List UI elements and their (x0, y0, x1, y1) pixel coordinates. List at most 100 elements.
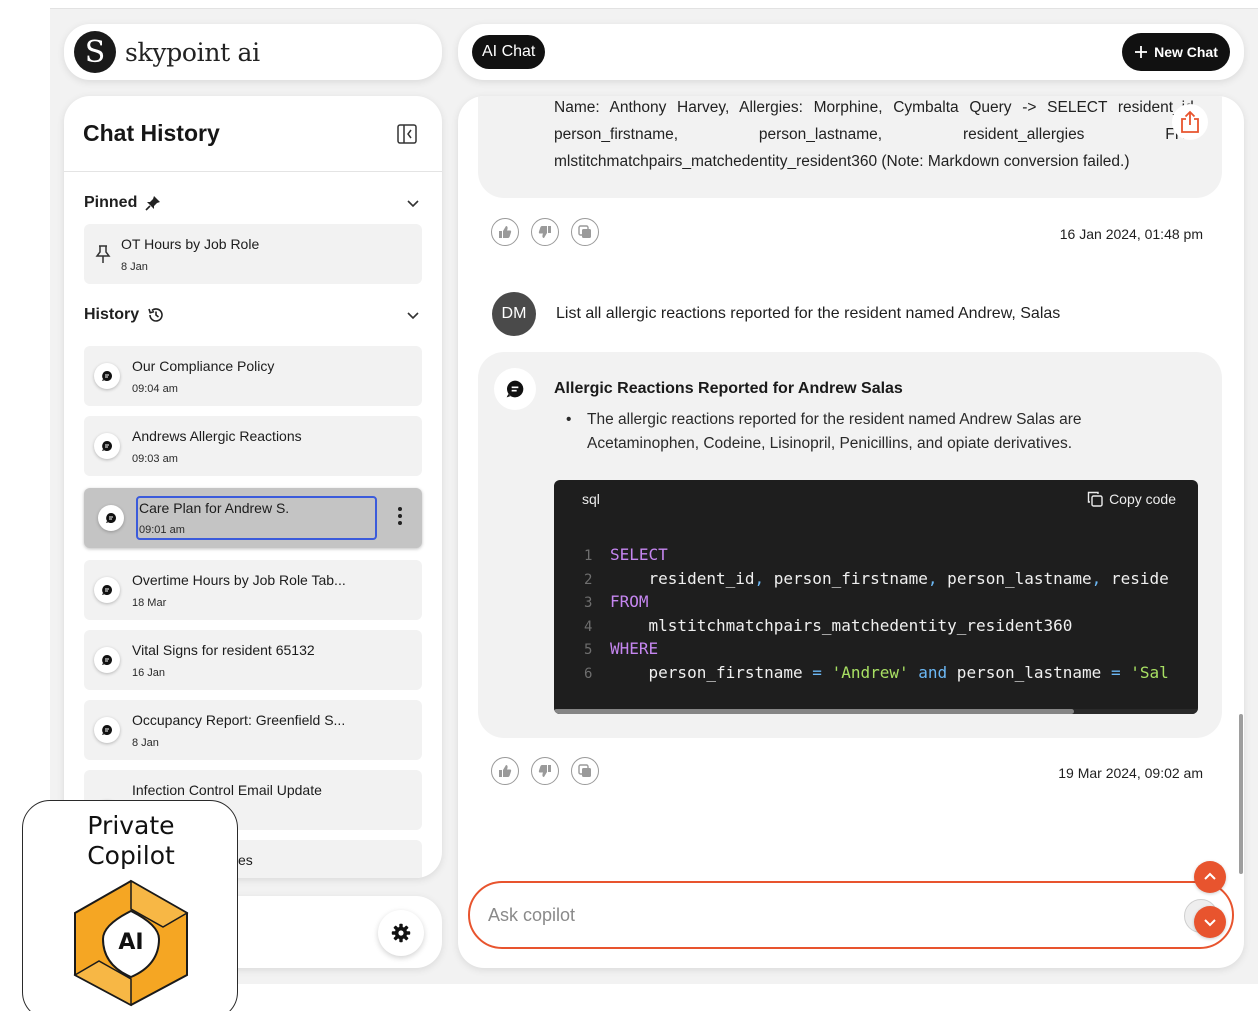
chevron-down-icon (1204, 919, 1216, 927)
thumbs-down-button[interactable] (531, 218, 559, 246)
code-block-header: sql Copy code (554, 480, 1198, 518)
history-item-date: 16 Jan (132, 666, 166, 679)
selected-item-focus-box: Care Plan for Andrew S. 09:01 am (136, 496, 377, 540)
message-timestamp: 19 Mar 2024, 09:02 am (1058, 765, 1203, 781)
code-language: sql (582, 491, 600, 507)
chat-input-container (468, 881, 1234, 949)
ai-chat-tab[interactable]: AI Chat (472, 35, 546, 69)
copilot-line-2: Copilot (87, 841, 175, 870)
history-title: History (84, 306, 140, 323)
history-item-title: Overtime Hours by Job Role Tab... (132, 571, 346, 588)
history-item-title: Our Compliance Policy (132, 357, 275, 374)
chat-bubble-icon (94, 433, 120, 459)
code-scroll-thumb[interactable] (554, 709, 1074, 714)
chat-panel: Name: Anthony Harvey, Allergies: Morphin… (458, 96, 1244, 968)
private-copilot-badge[interactable]: Private Copilot AI (22, 800, 238, 1011)
code-content: 1 SELECT 2 resident_id, person_firstname, … (554, 518, 1198, 686)
pinned-item[interactable]: OT Hours by Job Role 8 Jan (84, 224, 422, 284)
copy-response-button[interactable] (571, 757, 599, 785)
thumbs-up-icon (499, 765, 512, 777)
history-item-date: 8 Jan (132, 736, 159, 749)
thumbs-down-icon (538, 765, 551, 777)
code-line: 2 resident_id, person_firstname, person_… (584, 568, 1169, 588)
copilot-line-1: Private (87, 811, 175, 840)
copy-icon (578, 764, 591, 777)
history-item-date: 09:03 am (132, 452, 178, 465)
previous-response-bubble: Name: Anthony Harvey, Allergies: Morphin… (478, 96, 1222, 198)
history-item-date: 09:01 am (139, 524, 185, 536)
history-item-date: 18 Mar (132, 596, 167, 609)
chat-bubble-icon (98, 505, 124, 531)
plus-icon (1135, 46, 1148, 58)
history-item[interactable]: Overtime Hours by Job Role Tab... 18 Mar (84, 560, 422, 620)
pin-outline-icon (95, 245, 111, 263)
share-button[interactable] (1172, 104, 1208, 140)
scroll-up-button[interactable] (1194, 861, 1226, 893)
history-item[interactable]: Vital Signs for resident 65132 16 Jan (84, 630, 422, 690)
chat-bubble-icon (94, 577, 120, 603)
history-item-title: Vital Signs for resident 65132 (132, 641, 315, 658)
code-line: 4 mlstitchmatchpairs_matchedentity_resid… (584, 615, 1073, 635)
thumbs-down-button[interactable] (531, 757, 559, 785)
thumbs-down-icon (538, 226, 551, 238)
settings-button[interactable] (378, 910, 424, 956)
response-bullet-list: The allergic reactions reported for the … (566, 408, 1146, 456)
history-item-title: Andrews Allergic Reactions (132, 427, 302, 444)
copy-code-label: Copy code (1109, 491, 1176, 507)
pinned-section-header[interactable]: Pinned (64, 188, 442, 218)
history-item[interactable]: Our Compliance Policy 09:04 am (84, 346, 422, 406)
chat-topbar: AI Chat New Chat (458, 24, 1244, 80)
new-chat-label: New Chat (1154, 44, 1218, 60)
copy-response-button[interactable] (571, 218, 599, 246)
background-strip (238, 974, 1238, 984)
history-item-date: 09:04 am (132, 382, 178, 395)
chat-history-sidebar: Chat History Pinned OT Hours by Job Role… (64, 96, 442, 878)
sidebar-title: Chat History (83, 120, 220, 146)
thumbs-up-icon (499, 226, 512, 238)
pinned-item-title: OT Hours by Job Role (121, 235, 260, 252)
scroll-down-button[interactable] (1194, 906, 1226, 938)
response-title: Allergic Reactions Reported for Andrew S… (554, 380, 903, 397)
collapse-sidebar-icon[interactable] (397, 123, 417, 144)
chat-bubble-icon (94, 647, 120, 673)
copy-code-button[interactable]: Copy code (1087, 491, 1176, 507)
history-item[interactable]: Occupancy Report: Greenfield S... 8 Jan (84, 700, 422, 760)
chat-scrollbar[interactable] (1239, 714, 1243, 874)
copy-icon (1087, 491, 1103, 507)
ask-copilot-input[interactable] (488, 901, 1168, 929)
copilot-ai-label: AI (118, 930, 143, 955)
brand-name: skypoint ai (125, 37, 260, 67)
chevron-down-icon[interactable] (406, 308, 420, 322)
share-icon (1181, 110, 1199, 133)
assistant-chat-icon (494, 368, 536, 410)
thumbs-up-button[interactable] (491, 218, 519, 246)
skypoint-logo-icon: S (74, 31, 116, 73)
history-section-header[interactable]: History (64, 300, 442, 330)
code-line: 5 WHERE (584, 639, 659, 659)
previous-response-text: Name: Anthony Harvey, Allergies: Morphin… (554, 99, 1198, 170)
chat-bubble-icon (94, 717, 120, 743)
history-item-title: es (238, 852, 253, 868)
history-item-title: Occupancy Report: Greenfield S... (132, 711, 346, 728)
history-item[interactable]: Andrews Allergic Reactions 09:03 am (84, 416, 422, 476)
response-bullet: The allergic reactions reported for the … (566, 408, 1146, 456)
pinned-title: Pinned (84, 194, 138, 211)
thumbs-up-button[interactable] (491, 757, 519, 785)
message-timestamp: 16 Jan 2024, 01:48 pm (1059, 226, 1203, 242)
pin-icon (145, 196, 161, 211)
more-options-icon[interactable] (398, 507, 402, 525)
logo-bar: S skypoint ai (64, 24, 442, 80)
code-block: sql Copy code 1 SELECT 2 resident_id, pers… (554, 480, 1198, 714)
chevron-down-icon[interactable] (406, 196, 420, 210)
user-message: List all allergic reactions reported for… (556, 305, 1061, 322)
svg-text:S: S (85, 35, 106, 70)
pinned-item-date: 8 Jan (121, 260, 148, 273)
code-line: 6 person_firstname = 'Andrew' and person… (584, 662, 1169, 682)
history-item-selected[interactable]: Care Plan for Andrew S. 09:01 am (84, 488, 422, 548)
new-chat-button[interactable]: New Chat (1122, 33, 1230, 71)
history-item-title: Care Plan for Andrew S. (139, 500, 290, 516)
code-line: 3 FROM (584, 592, 649, 612)
gear-icon (391, 923, 411, 943)
sidebar-header: Chat History (64, 96, 442, 172)
user-avatar: DM (492, 292, 536, 336)
